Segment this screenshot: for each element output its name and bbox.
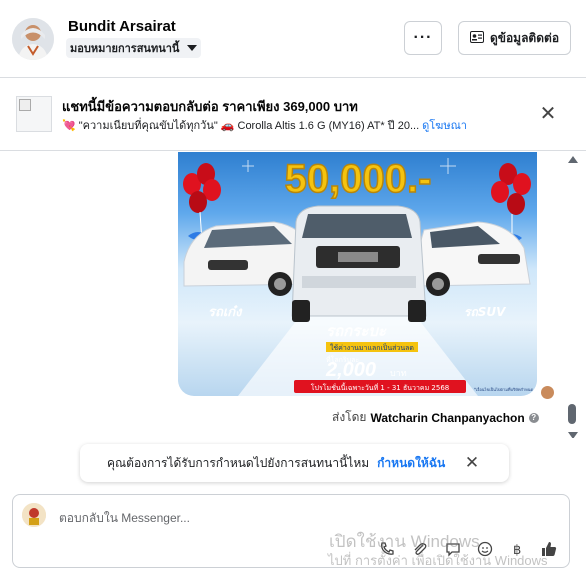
assign-prompt: คุณต้องการได้รับการกำหนดไปยังการสนทนานี้… [80, 444, 509, 482]
contact-info-label: ดูข้อมูลติดต่อ [489, 30, 560, 45]
payment-icon[interactable]: ฿ [507, 539, 527, 559]
thread-scrollbar[interactable] [565, 152, 579, 438]
conversation-header: Bundit Arsairat มอบหมายการสนทนานี้ ··· ด… [0, 0, 586, 78]
contact-name[interactable]: Bundit Arsairat [68, 18, 176, 35]
more-options-button[interactable]: ··· [404, 21, 442, 55]
emoji-icon[interactable] [475, 539, 495, 559]
promo-trade-in-text: ใช้ค่างานมาแลกเป็นส่วนลด [330, 343, 414, 352]
ad-thumbnail [16, 96, 52, 132]
ad-title: แชทนี้มีข้อความตอบกลับต่อ ราคาเพียง 369,… [62, 99, 358, 114]
reply-input[interactable]: ตอบกลับใน Messenger... [59, 509, 190, 528]
scroll-up-arrow-icon[interactable] [568, 156, 578, 163]
close-icon: ✕ [539, 103, 557, 125]
ad-context-bar: แชทนี้มีข้อความตอบกลับต่อ ราคาเพียง 369,… [0, 79, 586, 151]
promo-fineprint: *เงื่อนไขเป็นไปตามที่บริษัทกำหนด [474, 386, 534, 392]
page-avatar [22, 503, 46, 527]
phone-icon[interactable] [377, 539, 397, 559]
heart-icon: 💘 [62, 119, 76, 132]
promo-headline: 50,000.- [285, 157, 432, 201]
scroll-down-arrow-icon[interactable] [568, 432, 578, 438]
assign-conversation-dropdown[interactable]: มอบหมายการสนทนานี้ [66, 38, 202, 58]
close-ad-bar-button[interactable]: ✕ [538, 104, 558, 124]
promo-pickup-label: รถกระบะ [326, 322, 387, 340]
reply-composer: ตอบกลับใน Messenger... ฿ [12, 494, 570, 568]
ad-car-model: Corolla Altis 1.6 G (MY16) AT* ปี 20... [237, 120, 420, 132]
contact-avatar[interactable] [12, 18, 54, 60]
chat-bubble-icon[interactable] [443, 539, 463, 559]
sent-by-name: Watcharin Chanpanyachon [370, 410, 525, 425]
assign-label: มอบหมายการสนทนานี้ [70, 43, 180, 55]
assign-prompt-text: คุณต้องการได้รับการกำหนดไปยังการสนทนานี้… [107, 455, 370, 470]
help-icon[interactable]: ? [528, 412, 539, 423]
ad-subtitle: 💘 "ความเนียบที่คุณขับได้ทุกวัน" 🚗 Coroll… [62, 116, 467, 134]
sent-by-label: ส่งโดย Watcharin Chanpanyachon ? [332, 408, 539, 427]
ad-tagline: "ความเนียบที่คุณขับได้ทุกวัน" [78, 120, 218, 132]
promo-sedan-label: รถเก๋ง [208, 305, 243, 320]
promo-image[interactable]: 50,000.- รถเก๋ง รถกระบะ รถSUV ใช้ค่างานม… [178, 152, 537, 396]
more-icon: ··· [413, 29, 433, 46]
view-contact-info-button[interactable]: ดูข้อมูลติดต่อ [458, 21, 571, 55]
attachment-icon[interactable] [410, 539, 430, 559]
chevron-down-icon [187, 45, 198, 51]
promo-amount: 2,000 [325, 359, 376, 381]
promo-suv-label: รถSUV [464, 305, 507, 319]
sent-by-prefix: ส่งโดย [332, 410, 367, 424]
svg-text:฿: ฿ [513, 543, 521, 557]
promo-amount-unit: บาท [390, 369, 407, 379]
view-ad-link[interactable]: ดูโฆษณา [422, 116, 467, 134]
contact-card-icon [469, 30, 484, 46]
scrollbar-thumb[interactable] [568, 404, 576, 424]
car-icon: 🚗 [220, 119, 235, 132]
sender-avatar [541, 386, 554, 399]
message-thread[interactable]: 50,000.- รถเก๋ง รถกระบะ รถSUV ใช้ค่างานม… [0, 152, 586, 438]
like-icon[interactable] [539, 539, 559, 559]
assign-to-me-link[interactable]: กำหนดให้ฉัน [377, 454, 445, 473]
close-prompt-icon[interactable]: ✕ [464, 453, 480, 473]
